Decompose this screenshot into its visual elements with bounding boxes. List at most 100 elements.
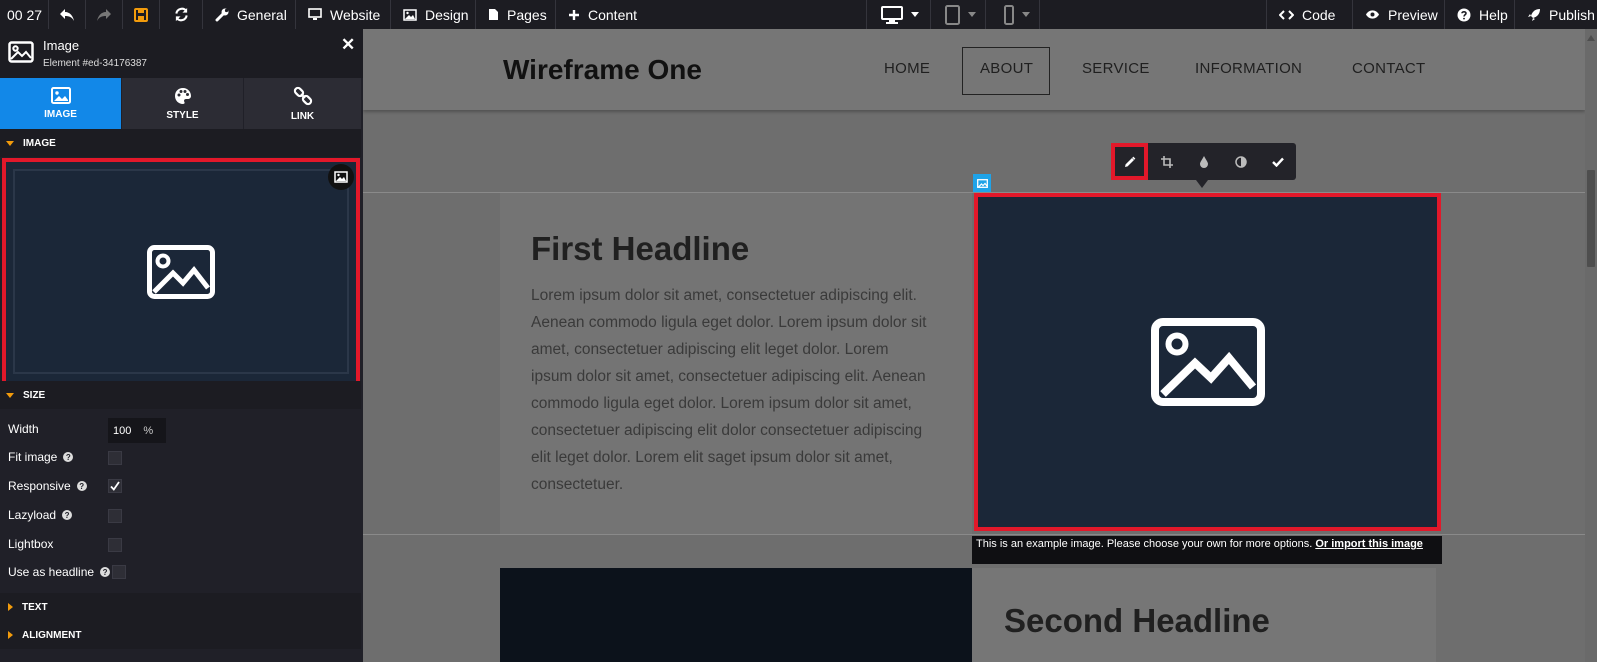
help-label: Help (1479, 6, 1508, 23)
lightbox-checkbox[interactable] (108, 538, 122, 552)
site-brand[interactable]: Wireframe One (503, 54, 702, 86)
undo-button[interactable] (49, 0, 86, 29)
change-image-button[interactable] (328, 164, 354, 190)
mobile-dropdown-icon (1022, 12, 1030, 17)
link-icon (293, 86, 312, 105)
eye-icon (1366, 10, 1379, 19)
help-icon[interactable]: ? (76, 481, 87, 491)
content-label: Content (588, 6, 638, 23)
tablet-dropdown-icon (968, 12, 976, 17)
tab-style[interactable]: STYLE (122, 78, 243, 129)
tablet-view-button[interactable] (931, 0, 986, 29)
second-headline[interactable]: Second Headline (1004, 602, 1270, 640)
rocket-icon (1528, 8, 1540, 21)
use-as-headline-checkbox[interactable] (112, 565, 126, 579)
picture-icon (50, 87, 71, 104)
design-label: Design (425, 6, 469, 23)
help-icon[interactable]: ? (62, 510, 73, 520)
responsive-checkbox[interactable] (108, 479, 122, 493)
page-icon (489, 9, 498, 20)
section-size-header[interactable]: SIZE (0, 381, 361, 409)
responsive-text: Responsive (8, 479, 71, 493)
scroll-up-icon[interactable] (1587, 35, 1595, 41)
blur-image-button[interactable] (1185, 143, 1222, 180)
section-alignment-label: ALIGNMENT (22, 629, 82, 641)
drop-icon (1199, 156, 1208, 168)
section-divider (363, 534, 1585, 535)
first-headline[interactable]: First Headline (531, 230, 749, 268)
nav-item-service[interactable]: SERVICE (1082, 60, 1150, 77)
nav-item-contact[interactable]: CONTACT (1352, 60, 1425, 77)
save-button[interactable] (123, 0, 160, 29)
design-menu[interactable]: Design (391, 0, 476, 29)
redo-button[interactable] (86, 0, 123, 29)
palette-icon (174, 87, 191, 104)
canvas-scrollbar[interactable] (1585, 29, 1597, 662)
caret-down-icon (6, 392, 14, 398)
monitor-icon (308, 8, 322, 20)
crop-icon (1160, 155, 1173, 168)
panel-header: Image Element #ed-34176387 ✕ (0, 29, 363, 78)
refresh-button[interactable] (160, 0, 203, 29)
section-image-label: IMAGE (23, 137, 56, 149)
help-icon[interactable]: ? (63, 452, 74, 462)
general-menu[interactable]: General (203, 0, 296, 29)
nav-item-about[interactable]: ABOUT (980, 60, 1033, 77)
save-icon (134, 7, 148, 22)
scrollbar-thumb[interactable] (1587, 170, 1595, 267)
fit-image-checkbox[interactable] (108, 451, 122, 465)
preview-button[interactable]: Preview (1353, 0, 1445, 29)
body-paragraph[interactable]: Lorem ipsum dolor sit amet, consectetuer… (531, 282, 931, 498)
width-label: Width (8, 422, 39, 436)
wrench-icon (215, 8, 229, 21)
width-input[interactable]: 100 % (108, 418, 166, 443)
confirm-image-button[interactable] (1259, 143, 1296, 180)
content-menu[interactable]: Content (556, 0, 646, 29)
dark-image-section[interactable] (500, 568, 972, 662)
tab-link[interactable]: LINK (244, 78, 361, 129)
desktop-view-button[interactable] (866, 0, 931, 29)
selected-image-element[interactable] (974, 193, 1441, 531)
image-preview[interactable] (2, 158, 360, 385)
nav-item-home[interactable]: HOME (884, 60, 930, 77)
panel-title: Image (43, 38, 80, 53)
publish-button[interactable]: Publish (1515, 0, 1597, 29)
mobile-view-button[interactable] (986, 0, 1040, 29)
section-text-header[interactable]: TEXT (0, 593, 361, 621)
width-value: 100 (113, 424, 132, 437)
image-element-icon (8, 41, 34, 63)
image-placeholder-icon (1150, 318, 1265, 406)
crop-image-button[interactable] (1148, 143, 1185, 180)
section-image-header[interactable]: IMAGE (0, 129, 361, 157)
tab-link-label: LINK (290, 110, 315, 122)
section-alignment-header[interactable]: ALIGNMENT (0, 621, 361, 649)
mobile-icon (1004, 4, 1014, 25)
help-button[interactable]: Help (1445, 0, 1515, 29)
use-as-headline-label: Use as headline ? (8, 565, 111, 579)
pages-menu[interactable]: Pages (476, 0, 556, 29)
contrast-icon (1234, 155, 1247, 168)
lazyload-checkbox[interactable] (108, 509, 122, 523)
contrast-image-button[interactable] (1222, 143, 1259, 180)
tab-image[interactable]: IMAGE (0, 78, 121, 129)
image-toolbar (1111, 143, 1296, 188)
editor-canvas[interactable]: Wireframe One HOME ABOUT SERVICE INFORMA… (363, 29, 1597, 662)
code-button[interactable]: Code (1266, 0, 1353, 29)
code-label: Code (1302, 6, 1336, 23)
import-image-link[interactable]: Or import this image (1315, 538, 1423, 550)
refresh-icon (174, 7, 188, 22)
session-clock: 00 27 (0, 0, 49, 29)
edit-image-button[interactable] (1111, 143, 1148, 180)
desktop-dropdown-icon (911, 12, 919, 17)
width-unit: % (143, 424, 154, 437)
clock-text: 00 27 (7, 6, 43, 23)
nav-item-information[interactable]: INFORMATION (1195, 60, 1302, 77)
close-icon[interactable]: ✕ (341, 35, 355, 55)
publish-label: Publish (1549, 6, 1595, 23)
website-menu[interactable]: Website (296, 0, 391, 29)
image-element-tag[interactable] (973, 174, 991, 192)
site-header[interactable]: Wireframe One HOME ABOUT SERVICE INFORMA… (363, 29, 1585, 110)
help-icon[interactable]: ? (100, 567, 111, 577)
use-as-headline-text: Use as headline (8, 565, 95, 579)
general-label: General (237, 6, 287, 23)
